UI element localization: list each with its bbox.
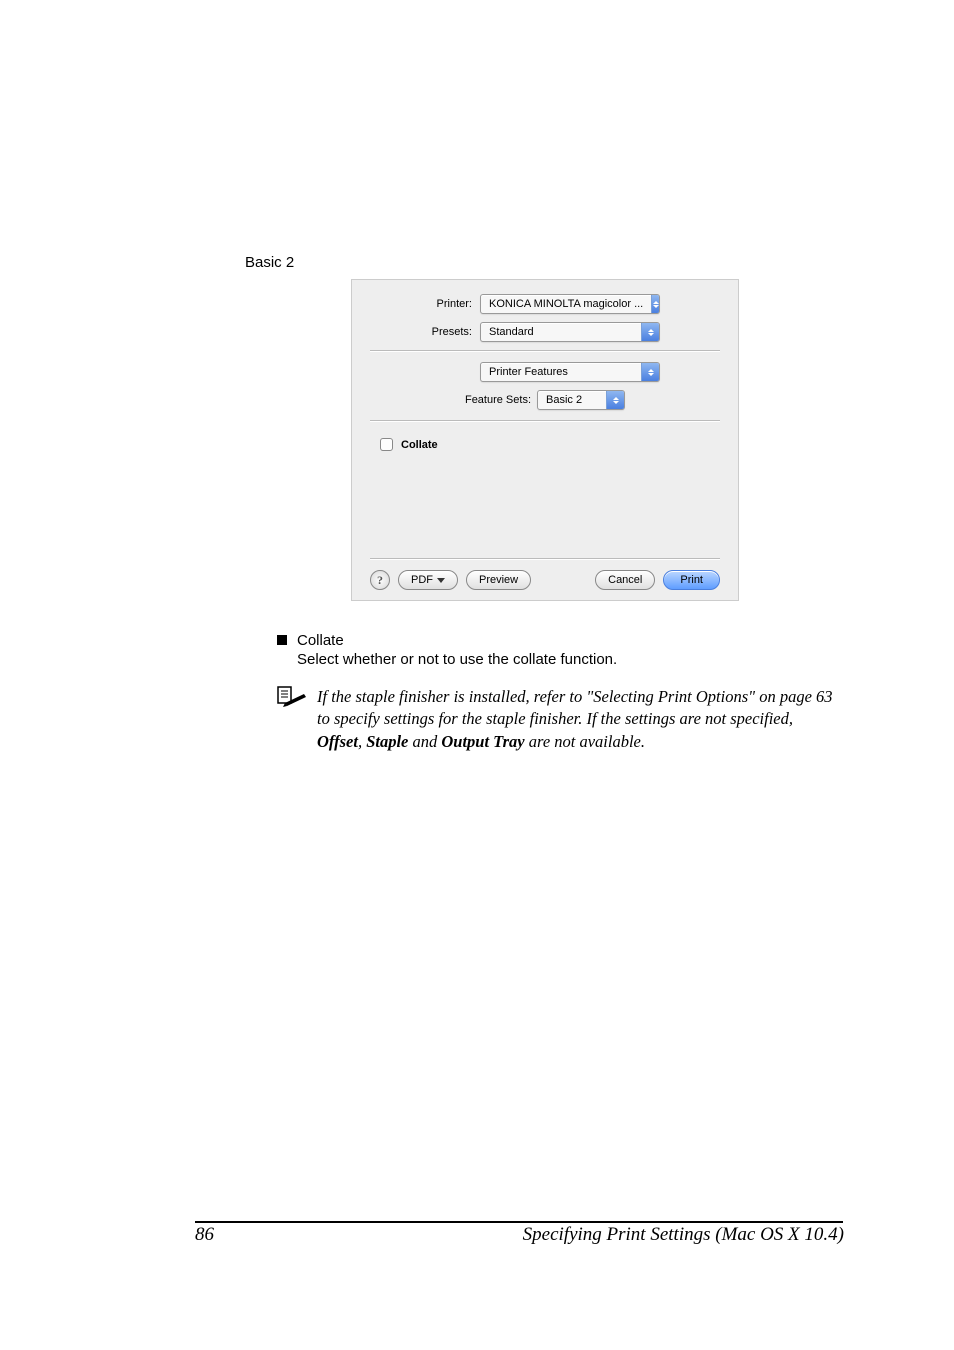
options-area: Collate [370, 432, 720, 558]
feature-sets-value: Basic 2 [538, 394, 590, 406]
note-post: are not available. [525, 732, 645, 751]
feature-sets-select[interactable]: Basic 2 [537, 390, 625, 410]
note-sep2: and [408, 732, 441, 751]
note-staple: Staple [366, 732, 408, 751]
page-number: 86 [195, 1224, 214, 1246]
cancel-button[interactable]: Cancel [595, 570, 655, 590]
pane-select[interactable]: Printer Features [480, 362, 660, 382]
bullet-title: Collate [297, 632, 344, 649]
presets-select[interactable]: Standard [480, 322, 660, 342]
footer-rule [195, 1221, 843, 1223]
divider [370, 420, 720, 422]
note-text: If the staple finisher is installed, ref… [317, 686, 837, 753]
presets-select-value: Standard [481, 326, 542, 338]
note-icon [277, 686, 307, 753]
footer-title: Specifying Print Settings (Mac OS X 10.4… [523, 1224, 844, 1246]
feature-sets-label: Feature Sets: [465, 394, 531, 406]
help-button[interactable]: ? [370, 570, 390, 590]
dropdown-arrows-icon [641, 363, 659, 381]
dropdown-arrows-icon [651, 295, 659, 313]
note-offset: Offset [317, 732, 358, 751]
note-output: Output Tray [441, 732, 524, 751]
bullet-subtext: Select whether or not to use the collate… [297, 651, 845, 668]
collate-checkbox[interactable]: Collate [380, 438, 438, 451]
dropdown-arrows-icon [641, 323, 659, 341]
divider [370, 558, 720, 560]
bullet-icon [277, 635, 287, 645]
printer-select-value: KONICA MINOLTA magicolor ... [481, 298, 651, 310]
triangle-down-icon [437, 578, 445, 583]
presets-label: Presets: [370, 326, 480, 338]
collate-label: Collate [401, 439, 438, 451]
pdf-label: PDF [411, 574, 433, 586]
print-dialog: Printer: KONICA MINOLTA magicolor ... Pr… [351, 279, 739, 601]
caption-basic2: Basic 2 [245, 254, 845, 271]
dropdown-arrows-icon [606, 391, 624, 409]
print-button[interactable]: Print [663, 570, 720, 590]
pdf-button[interactable]: PDF [398, 570, 458, 590]
printer-select[interactable]: KONICA MINOLTA magicolor ... [480, 294, 660, 314]
note-pre: If the staple finisher is installed, ref… [317, 687, 833, 728]
pane-select-value: Printer Features [481, 366, 576, 378]
checkbox-icon [380, 438, 393, 451]
note-sep1: , [358, 732, 366, 751]
preview-button[interactable]: Preview [466, 570, 531, 590]
divider [370, 350, 720, 352]
printer-label: Printer: [370, 298, 480, 310]
